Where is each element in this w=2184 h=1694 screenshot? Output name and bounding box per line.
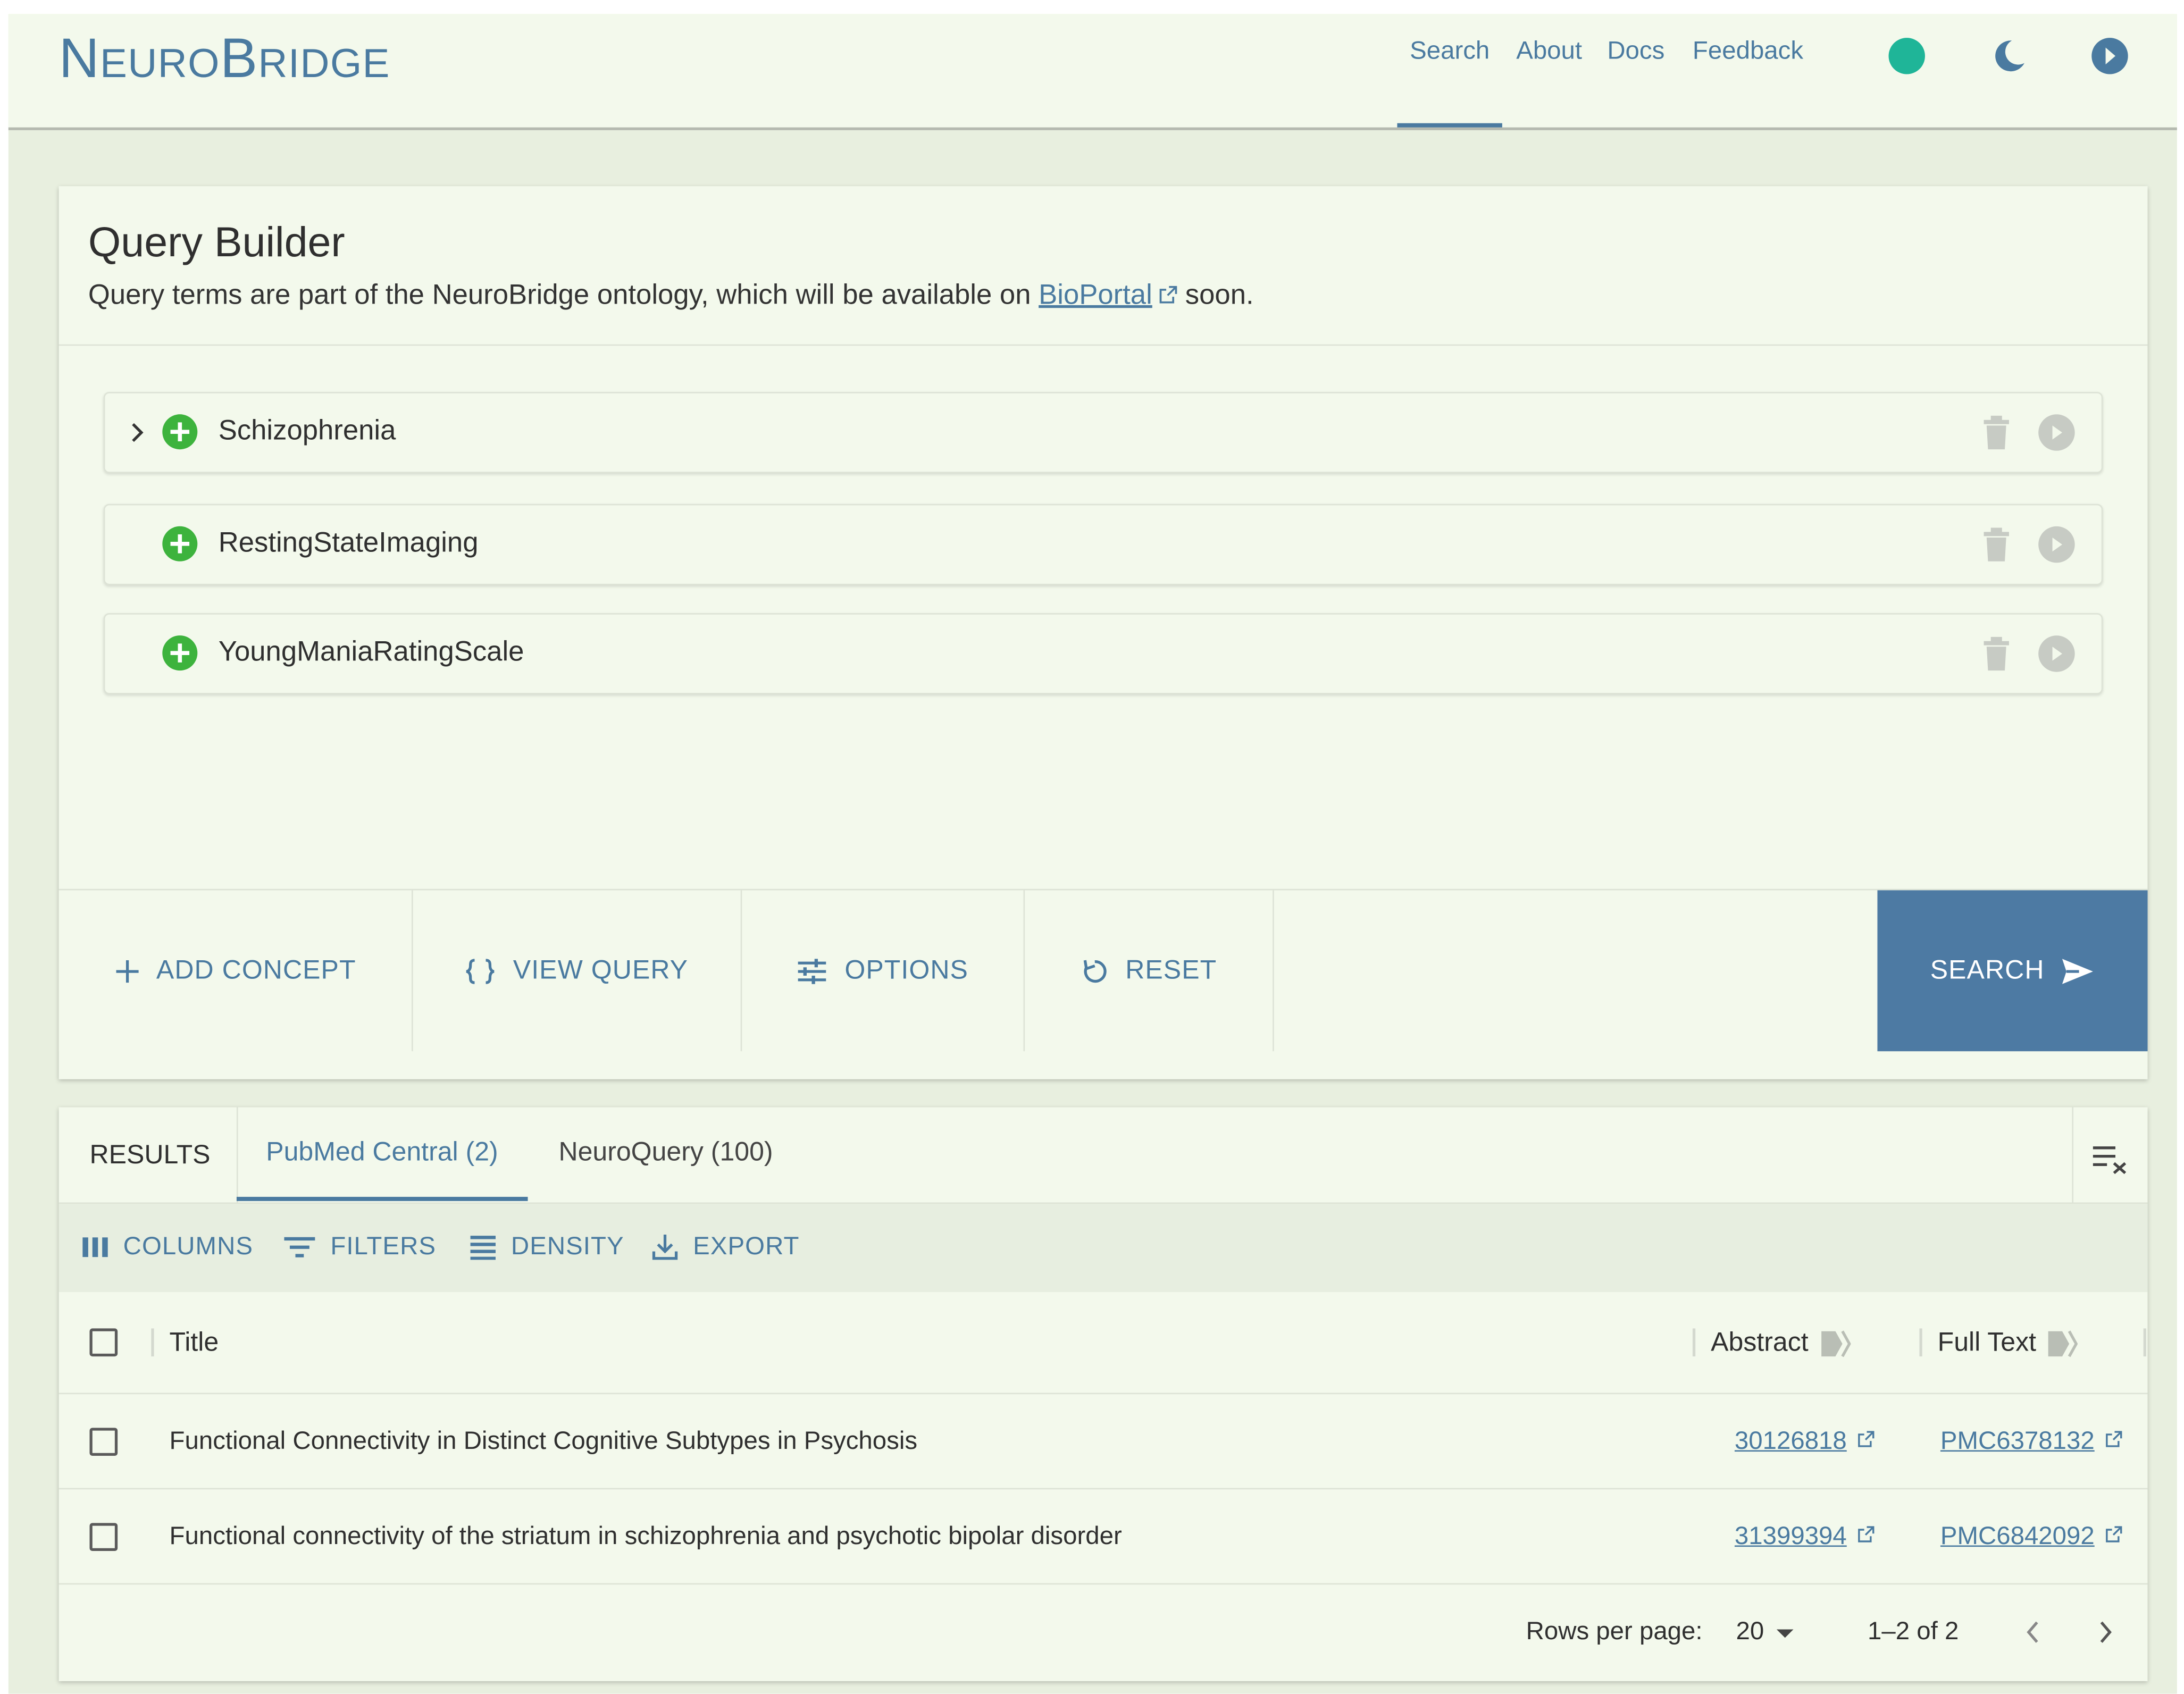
menu-arrow-icon[interactable]	[2090, 36, 2130, 76]
abstract-link[interactable]: 31399394	[1735, 1522, 1847, 1551]
full-text-link[interactable]: PMC6842092	[1940, 1522, 2095, 1551]
query-builder-subtitle: Query terms are part of the NeuroBridge …	[88, 280, 1254, 311]
results-card: RESULTS PubMed Central (2) NeuroQuery (1…	[58, 1107, 2148, 1681]
density-icon	[470, 1235, 496, 1260]
results-tabs: RESULTS PubMed Central (2) NeuroQuery (1…	[58, 1107, 2148, 1204]
external-link-icon	[2106, 1526, 2122, 1542]
add-concept-button[interactable]: ADD CONCEPT	[59, 890, 413, 1052]
abstract-link[interactable]: 30126818	[1735, 1427, 1847, 1456]
search-button[interactable]: SEARCH	[1877, 890, 2148, 1052]
run-concept-icon[interactable]	[2037, 413, 2077, 452]
query-builder-title: Query Builder	[88, 220, 345, 266]
delete-icon[interactable]	[1980, 414, 2013, 450]
divider	[236, 1107, 238, 1203]
add-subconcept-icon[interactable]	[161, 634, 199, 672]
concept-row[interactable]: YoungManiaRatingScale	[103, 613, 2103, 694]
query-builder-card: Query Builder Query terms are part of th…	[58, 186, 2148, 1079]
external-link-icon	[1858, 1526, 1875, 1542]
results-label: RESULTS	[89, 1140, 211, 1170]
external-link-icon	[1159, 286, 1177, 304]
column-separator	[2143, 1328, 2146, 1357]
tab-pubmed-central[interactable]: PubMed Central (2)	[266, 1138, 498, 1169]
filter-icon	[284, 1236, 315, 1257]
export-button[interactable]: EXPORT	[651, 1232, 799, 1261]
row-title: Functional Connectivity in Distinct Cogn…	[169, 1426, 918, 1455]
run-concept-icon[interactable]	[2037, 525, 2077, 564]
clear-results-icon[interactable]	[2091, 1144, 2128, 1175]
rows-per-page-label: Rows per page:	[1526, 1616, 1703, 1645]
app-container: NEUROBRIDGE Search About Docs Feedback Q…	[8, 14, 2177, 1694]
nav-docs[interactable]: Docs	[1607, 36, 1664, 65]
columns-icon	[82, 1236, 108, 1256]
label-arrow-icon	[2048, 1330, 2078, 1357]
query-actions-bar: ADD CONCEPT VIEW QUERY OPTIONS RESET SEA…	[58, 888, 2148, 1052]
next-page-icon[interactable]	[2096, 1618, 2115, 1646]
concept-row[interactable]: Schizophrenia	[103, 392, 2103, 473]
status-dot-icon	[1888, 38, 1925, 74]
select-all-checkbox[interactable]	[89, 1328, 118, 1357]
tune-icon	[798, 958, 827, 984]
table-header: Title Abstract Full Text	[58, 1292, 2148, 1395]
label-arrow-icon	[1821, 1330, 1851, 1357]
row-checkbox[interactable]	[89, 1428, 118, 1456]
density-button[interactable]: DENSITY	[469, 1232, 624, 1261]
reset-icon	[1083, 959, 1107, 982]
grid-toolbar: COLUMNS FILTERS DENSITY EXPORT	[58, 1204, 2148, 1292]
app-logo[interactable]: NEUROBRIDGE	[59, 28, 390, 91]
column-separator	[1919, 1328, 1922, 1357]
columns-button[interactable]: COLUMNS	[81, 1232, 253, 1261]
pagination-range: 1–2 of 2	[1868, 1616, 1959, 1645]
options-button[interactable]: OPTIONS	[742, 890, 1025, 1052]
concept-label: YoungManiaRatingScale	[218, 636, 524, 668]
table-row[interactable]: Functional Connectivity in Distinct Cogn…	[58, 1394, 2148, 1490]
external-link-icon	[1858, 1431, 1875, 1447]
concept-label: Schizophrenia	[218, 415, 396, 447]
row-checkbox[interactable]	[89, 1523, 118, 1552]
column-separator	[1692, 1328, 1696, 1357]
concept-label: RestingStateImaging	[218, 527, 479, 559]
view-query-button[interactable]: VIEW QUERY	[413, 890, 742, 1052]
run-concept-icon[interactable]	[2037, 634, 2077, 674]
delete-icon[interactable]	[1980, 635, 2013, 672]
table-row[interactable]: Functional connectivity of the striatum …	[58, 1489, 2148, 1585]
external-link-icon	[2106, 1431, 2122, 1447]
column-header-full-text[interactable]: Full Text	[1938, 1328, 2036, 1359]
divider	[2072, 1107, 2074, 1203]
download-icon	[652, 1234, 678, 1260]
caret-down-icon[interactable]	[1775, 1628, 1795, 1639]
concept-row[interactable]: RestingStateImaging	[103, 504, 2103, 585]
active-tab-indicator	[236, 1196, 528, 1201]
plus-icon	[115, 959, 138, 982]
nav-search[interactable]: Search	[1410, 36, 1490, 65]
filters-button[interactable]: FILTERS	[283, 1232, 436, 1261]
nav-feedback[interactable]: Feedback	[1693, 36, 1803, 65]
page-root: NEUROBRIDGE Search About Docs Feedback Q…	[0, 0, 2184, 1694]
previous-page-icon[interactable]	[2023, 1618, 2043, 1646]
tab-neuroquery[interactable]: NeuroQuery (100)	[558, 1138, 773, 1169]
add-subconcept-icon[interactable]	[161, 525, 199, 563]
column-header-abstract[interactable]: Abstract	[1711, 1328, 1809, 1359]
nav-active-indicator	[1397, 123, 1502, 128]
delete-icon[interactable]	[1980, 526, 2013, 563]
chevron-right-icon[interactable]	[128, 418, 147, 447]
bioportal-link[interactable]: BioPortal	[1039, 280, 1152, 311]
send-icon	[2062, 958, 2094, 984]
divider	[58, 344, 2148, 346]
nav-about[interactable]: About	[1516, 36, 1582, 65]
dark-mode-moon-icon[interactable]	[1988, 36, 2027, 76]
full-text-link[interactable]: PMC6378132	[1940, 1427, 2095, 1456]
top-header: NEUROBRIDGE Search About Docs Feedback	[8, 14, 2177, 130]
reset-button[interactable]: RESET	[1025, 890, 1274, 1052]
column-separator	[151, 1328, 154, 1357]
row-title: Functional connectivity of the striatum …	[169, 1521, 1122, 1550]
rows-per-page-select[interactable]: 20	[1736, 1617, 1764, 1646]
add-subconcept-icon[interactable]	[161, 413, 199, 451]
code-braces-icon	[466, 958, 495, 984]
column-header-title[interactable]: Title	[170, 1328, 219, 1359]
